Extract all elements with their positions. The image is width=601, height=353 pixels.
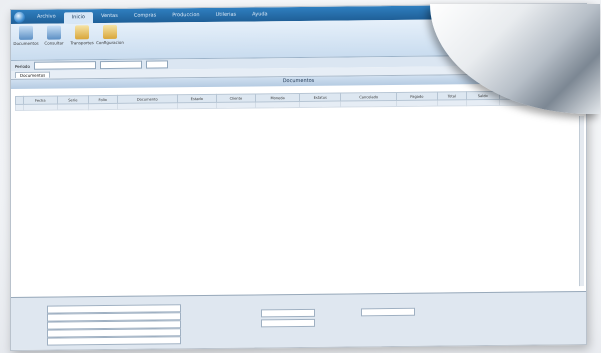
tab-documentos[interactable]: Documentos [15, 71, 51, 78]
totals-cell [177, 102, 217, 109]
vertical-scrollbar[interactable] [579, 116, 584, 287]
totals-cell [255, 101, 300, 108]
app-orb-icon[interactable] [14, 11, 25, 23]
tab-ventas[interactable]: Ventas [93, 13, 126, 19]
filter-label: Periodo [15, 63, 30, 69]
totals-cell [88, 103, 118, 110]
tab-archivo[interactable]: Archivo [29, 13, 64, 20]
totals-cell [15, 104, 24, 111]
totals-cell [216, 101, 256, 108]
truck-icon [75, 25, 89, 40]
detail-mid-field-2[interactable] [261, 318, 315, 328]
date-to-input[interactable] [145, 60, 168, 69]
totals-cell [466, 99, 500, 106]
documentos-button[interactable]: Documentos [13, 25, 39, 58]
search-icon [47, 25, 61, 40]
tab-produccion[interactable]: Produccion [164, 12, 207, 18]
consultar-button[interactable]: Consultar [43, 25, 65, 57]
gear-icon [103, 24, 117, 40]
tab-utilerias[interactable]: Utilerias [208, 12, 245, 18]
detail-mid-field-1[interactable] [261, 308, 315, 318]
filter-input[interactable] [33, 61, 96, 70]
column-header[interactable] [15, 96, 24, 105]
tab-inicio[interactable]: Inicio [63, 12, 93, 24]
totals-cell [117, 102, 178, 109]
tab-compras[interactable]: Compras [126, 12, 164, 18]
details-panel [11, 290, 586, 352]
detail-field-5[interactable] [47, 336, 181, 346]
detail-right-field[interactable] [361, 307, 415, 317]
tab-ayuda[interactable]: Ayuda [244, 11, 275, 17]
totals-cell [396, 100, 438, 107]
totals-cell [340, 100, 397, 107]
transportes-button[interactable]: Transportes [70, 25, 94, 57]
totals-cell [57, 103, 89, 110]
documents-icon [19, 25, 33, 40]
totals-cell [299, 101, 341, 108]
totals-cell [437, 99, 467, 106]
date-from-input[interactable] [99, 60, 142, 70]
configuracion-button[interactable]: Configuracion [96, 24, 124, 57]
totals-cell [23, 104, 58, 110]
